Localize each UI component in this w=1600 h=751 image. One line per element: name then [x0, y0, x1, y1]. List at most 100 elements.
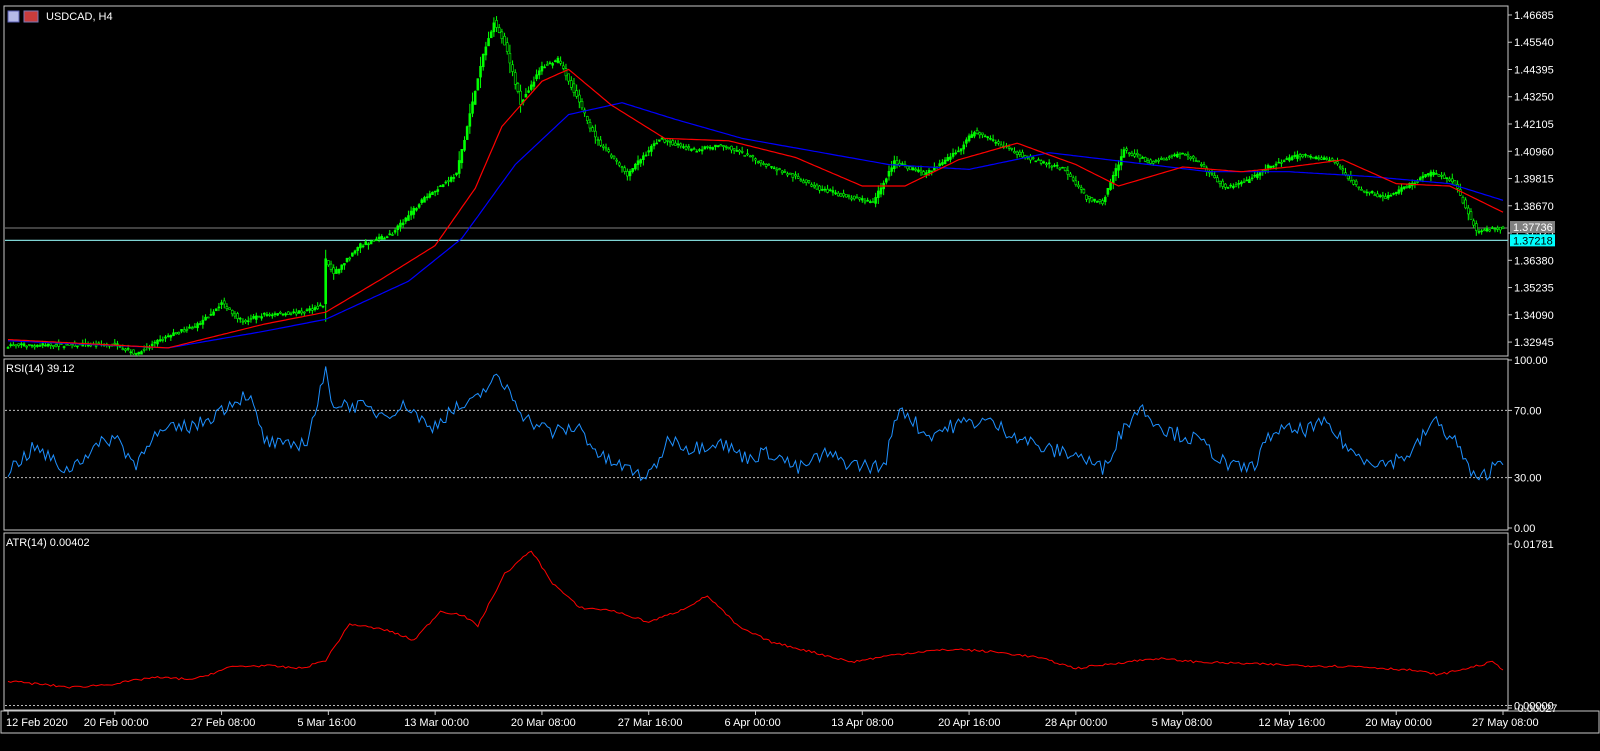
candle-body	[759, 159, 763, 164]
candle-body	[767, 163, 771, 166]
candle-body	[246, 320, 250, 323]
trading-chart[interactable]: 1.46685 1.45540 1.44395 1.43250 1.42105 1.409…	[0, 0, 1600, 746]
candle-body	[36, 344, 39, 347]
candle-body	[337, 268, 341, 274]
candle-body	[457, 160, 461, 174]
candle-body	[1285, 158, 1289, 160]
candle-body	[1178, 152, 1182, 155]
candle-body	[615, 159, 618, 162]
rsi-label: RSI(14) 39.12	[6, 363, 74, 375]
candle-body	[1440, 174, 1443, 177]
chart-canvas[interactable]: 1.46685 1.45540 1.44395 1.43250 1.42105 1.409…	[0, 0, 1600, 746]
candle-body	[1213, 175, 1216, 178]
candle-body	[1258, 172, 1262, 176]
candle-body	[276, 313, 279, 316]
candle-body	[372, 240, 376, 242]
candle-body	[33, 345, 36, 348]
candle-body	[1058, 167, 1062, 170]
candle-body	[204, 316, 207, 321]
candle-body	[1274, 163, 1278, 166]
candle-body	[172, 332, 175, 336]
candle-body	[927, 169, 931, 174]
candle-body	[1082, 189, 1086, 194]
candle-body	[719, 144, 723, 147]
candle-body	[1320, 157, 1323, 160]
candle-body	[644, 154, 648, 157]
time-tick-label: 28 Apr 00:00	[1045, 717, 1107, 729]
flag-icon[interactable]	[23, 10, 39, 23]
candle-body	[602, 145, 605, 148]
candle-body	[332, 267, 335, 274]
candle-body	[169, 335, 173, 338]
candle-body	[692, 148, 696, 150]
candle-body	[690, 148, 693, 151]
time-tick-label: 20 Apr 16:00	[938, 717, 1000, 729]
candle-body	[866, 199, 869, 202]
symbol-icons[interactable]	[7, 10, 39, 23]
candle-body	[679, 143, 683, 147]
candle-body	[1344, 172, 1347, 175]
candle-body	[981, 132, 984, 136]
candle-body	[1109, 182, 1112, 190]
candle-body	[1466, 207, 1470, 215]
candle-body	[1418, 177, 1422, 181]
candle-body	[1133, 153, 1136, 157]
candle-body	[791, 173, 795, 178]
candle-body	[938, 163, 942, 167]
candle-body	[1402, 186, 1406, 189]
candle-body	[642, 155, 645, 160]
candle-body	[463, 140, 466, 151]
candle-body	[537, 70, 541, 76]
candle-body	[1266, 164, 1270, 169]
candle-body	[1386, 195, 1390, 199]
candle-body	[126, 348, 130, 350]
candle-body	[182, 329, 186, 333]
candle-body	[1229, 184, 1232, 187]
candle-body	[25, 345, 28, 348]
candle-body	[377, 236, 381, 240]
chart-window-icon[interactable]	[7, 10, 20, 23]
candle-body	[228, 307, 231, 310]
candle-body	[986, 136, 990, 139]
candle-body	[543, 66, 546, 69]
candle-body	[887, 171, 891, 177]
candle-body	[716, 145, 720, 148]
candle-body	[321, 305, 325, 308]
price-tick-label: 1.36380	[1514, 255, 1554, 267]
candle-body	[917, 169, 920, 172]
candle-body	[367, 243, 370, 246]
candle-body	[834, 192, 837, 195]
candle-body	[545, 64, 549, 66]
candle-body	[850, 197, 853, 200]
rsi-panel-frame	[3, 358, 1509, 531]
candle-body	[1384, 196, 1387, 199]
candle-body	[94, 344, 98, 347]
candle-body	[22, 343, 26, 347]
candle-body	[991, 139, 995, 141]
candle-body	[249, 318, 253, 320]
candle-body	[794, 174, 797, 177]
candle-body	[553, 60, 557, 63]
candle-body	[1277, 161, 1281, 164]
candle-body	[842, 193, 845, 197]
candle-body	[388, 233, 392, 236]
candle-body	[420, 199, 424, 203]
candle-body	[943, 159, 947, 165]
candle-body	[303, 311, 306, 314]
candle-body	[596, 139, 600, 141]
candle-body	[858, 197, 861, 200]
candle-body	[452, 177, 456, 179]
candle-body	[607, 149, 610, 152]
candle-body	[655, 142, 659, 145]
candle-body	[628, 170, 632, 177]
candle-body	[230, 310, 234, 315]
candle-body	[871, 201, 875, 203]
candle-body	[1106, 187, 1110, 195]
candle-body	[295, 311, 298, 315]
time-tick-label: 27 Feb 08:00	[191, 717, 256, 729]
candle-body	[1151, 161, 1155, 164]
candle-body	[417, 204, 421, 208]
candle-body	[345, 257, 349, 262]
candle-body	[1368, 191, 1371, 194]
candle-body	[356, 247, 360, 251]
